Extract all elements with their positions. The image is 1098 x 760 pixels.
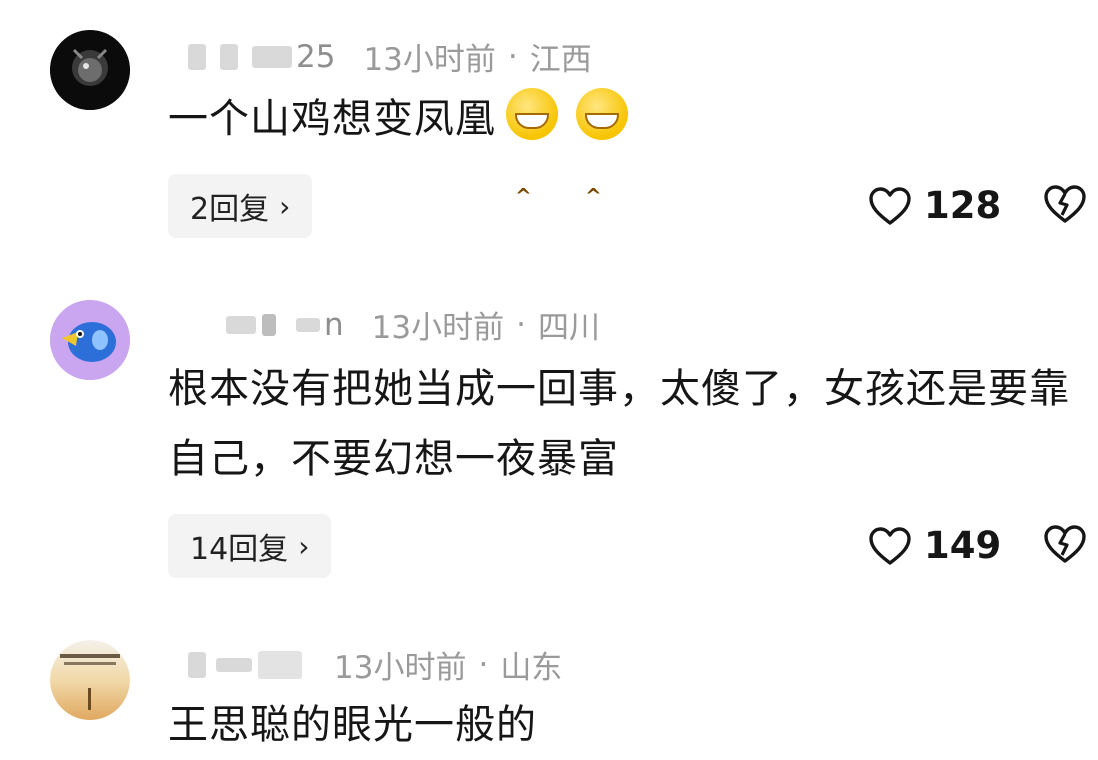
comment-text: 根本没有把她当成一回事，太傻了，女孩还是要靠自己，不要幻想一夜暴富: [168, 366, 1070, 482]
comment-meta: n 13小时前 · 四川: [170, 302, 600, 347]
view-replies-button[interactable]: 2回复 ›: [168, 174, 313, 238]
avatar[interactable]: [50, 30, 130, 110]
heart-outline-icon: [869, 526, 911, 565]
avatar-image: [50, 300, 130, 380]
comment-time: 13小时前: [371, 310, 505, 346]
separator-dot: ·: [507, 38, 518, 75]
chevron-right-icon: ›: [279, 189, 291, 223]
avatar[interactable]: [50, 300, 130, 380]
dislike-button[interactable]: [1042, 184, 1088, 228]
username-suffix: n: [324, 306, 344, 343]
comment-text: 一个山鸡想变凤凰: [168, 96, 496, 142]
like-count: 149: [924, 524, 1002, 567]
comment-location: 江西: [529, 42, 592, 78]
blurred-username[interactable]: [188, 651, 206, 678]
username-suffix: 25: [296, 38, 336, 75]
blurred-username-part: [252, 45, 292, 68]
comment-location: 山东: [500, 650, 563, 686]
comment-time: 13小时前: [363, 42, 496, 78]
avatar-image: [50, 640, 130, 720]
comment-text: 王思聪的眼光一般的: [168, 702, 537, 748]
blurred-username[interactable]: [226, 315, 256, 334]
view-replies-button[interactable]: 14回复 ›: [168, 514, 332, 578]
comment-meta: 25 13小时前 · 江西: [170, 34, 592, 79]
grinning-emoji-icon: [576, 88, 628, 231]
separator-dot: ·: [516, 306, 526, 343]
grinning-emoji-icon: [506, 88, 558, 231]
dislike-button[interactable]: [1042, 524, 1088, 568]
like-button[interactable]: 128: [868, 184, 1001, 227]
blurred-username-part: [216, 657, 252, 672]
blurred-username-part: [258, 650, 302, 679]
heart-outline-icon: [869, 186, 911, 225]
comment-time: 13小时前: [334, 650, 467, 686]
separator-dot: ·: [478, 646, 489, 683]
chevron-right-icon: ›: [298, 529, 310, 563]
comment-location: 四川: [537, 310, 600, 346]
replies-count: 14回复: [190, 532, 289, 567]
like-count: 128: [924, 184, 1002, 227]
comment-text-container: 一个山鸡想变凤凰: [168, 84, 1074, 231]
blurred-username-part: [296, 317, 320, 332]
blurred-username-part: [262, 313, 276, 336]
like-button[interactable]: 149: [868, 524, 1001, 567]
avatar[interactable]: [50, 640, 130, 720]
blurred-username-part: [220, 43, 238, 70]
broken-heart-icon: [1044, 525, 1086, 563]
replies-count: 2回复: [190, 192, 270, 227]
broken-heart-icon: [1044, 185, 1086, 223]
comment-meta: 13小时前 · 山东: [170, 642, 562, 687]
blurred-username[interactable]: [188, 43, 206, 70]
avatar-image: [50, 30, 130, 110]
